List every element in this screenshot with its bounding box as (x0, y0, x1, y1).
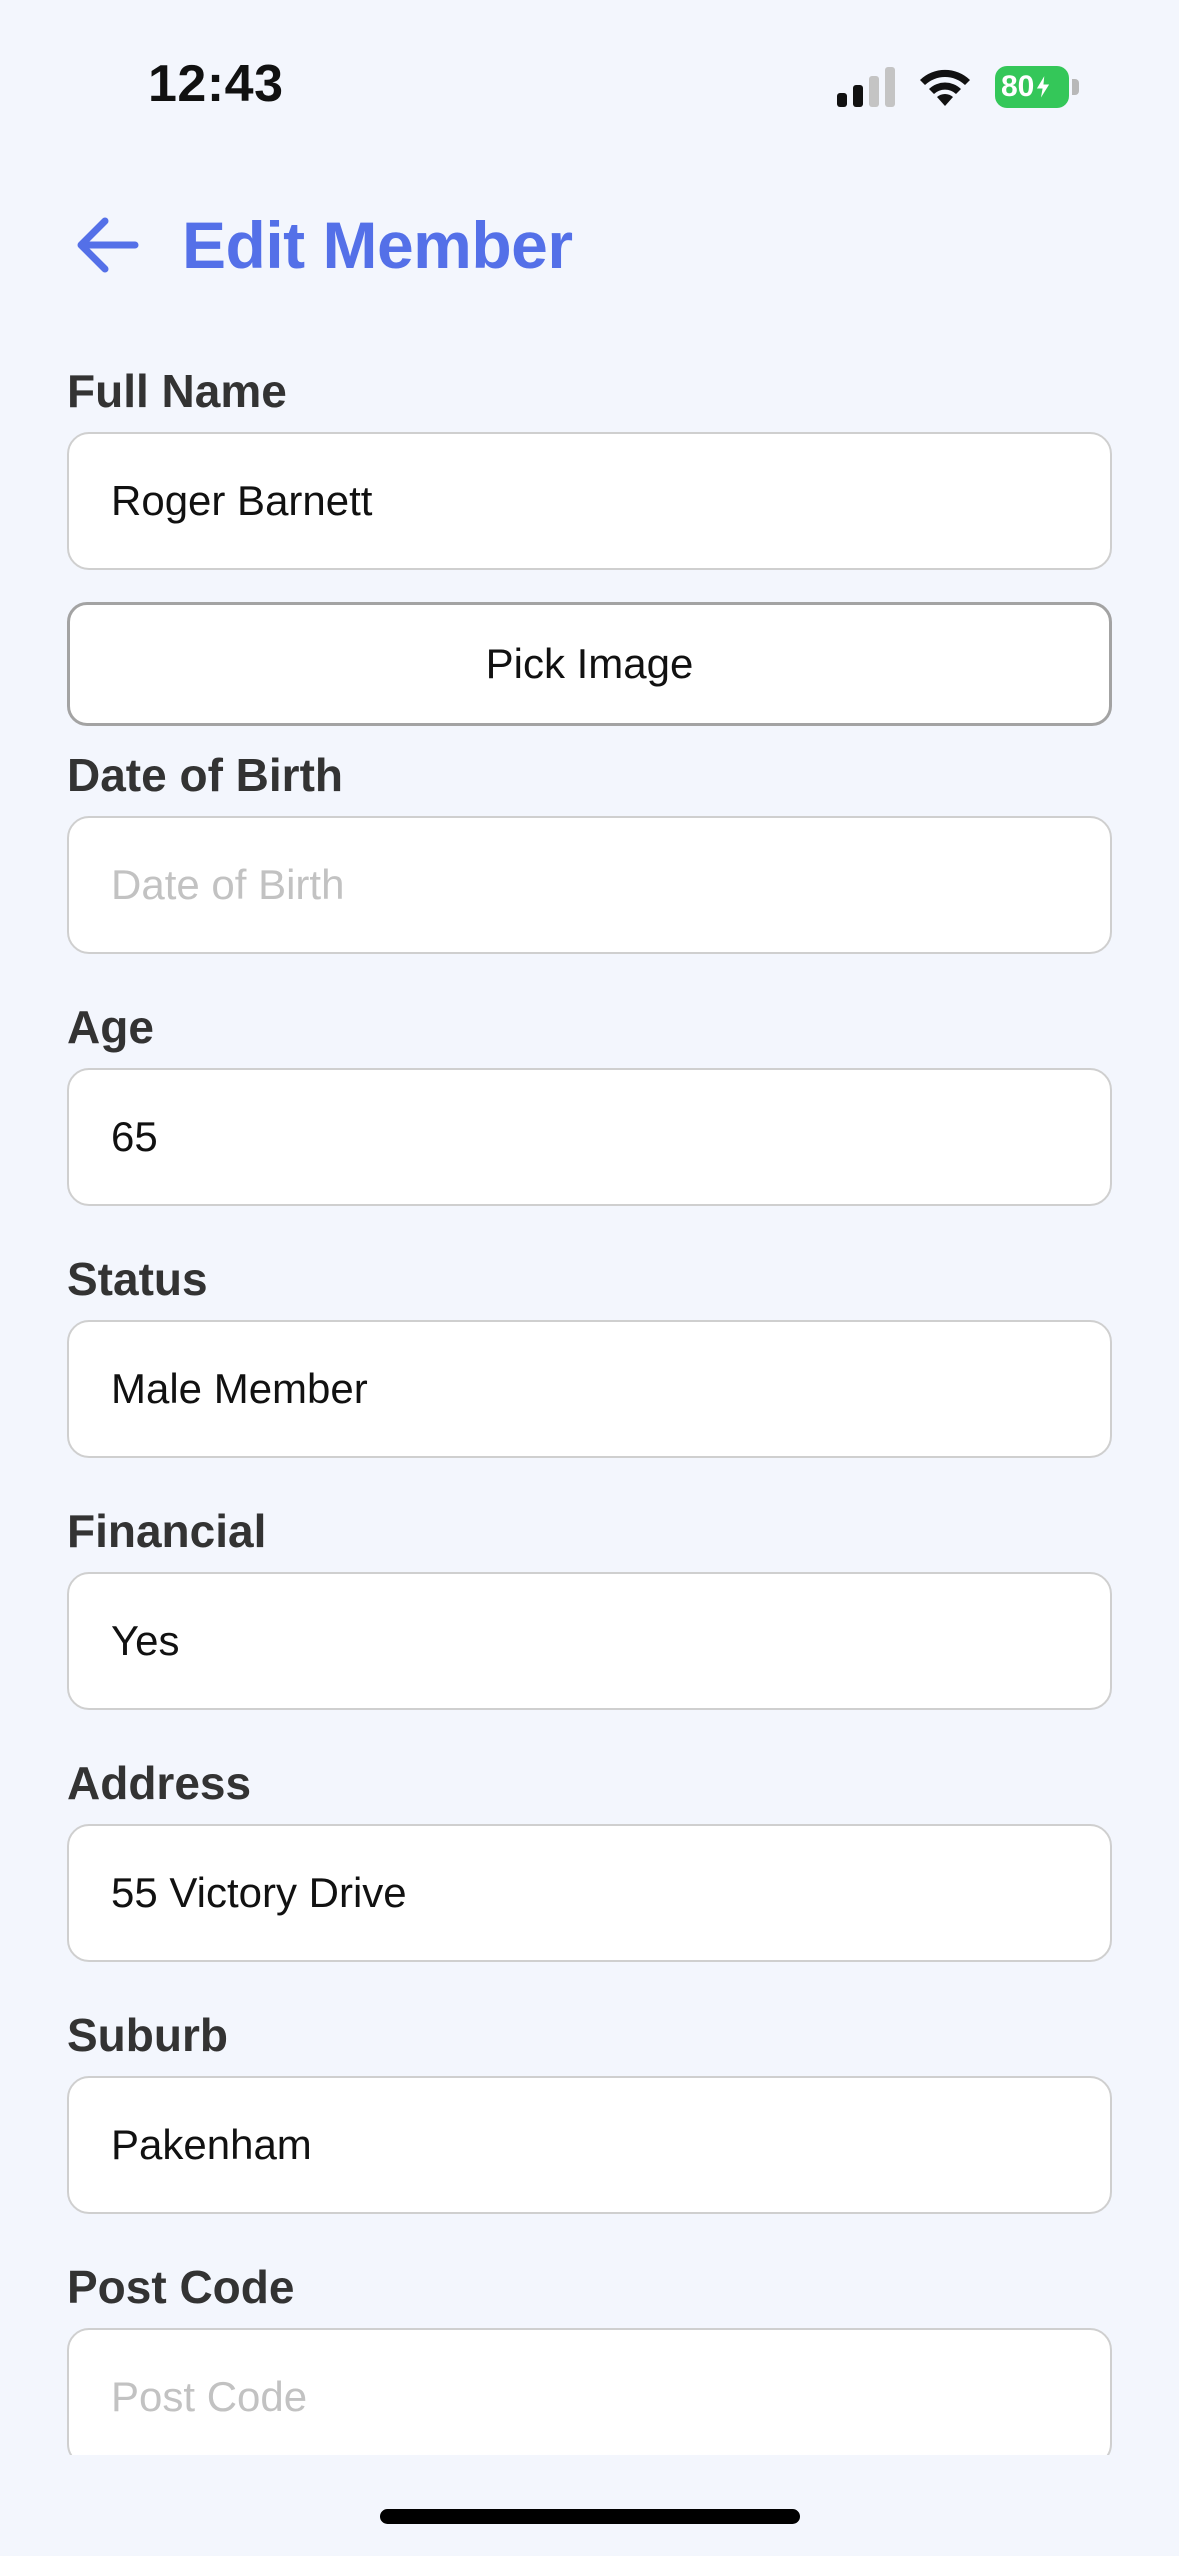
home-indicator[interactable] (380, 2509, 800, 2524)
full-name-input[interactable] (67, 432, 1112, 570)
battery-level: 80 (1001, 70, 1035, 103)
financial-label: Financial (67, 1505, 267, 1557)
status-bar: 12:43 80 (0, 0, 1179, 150)
status-time: 12:43 (148, 55, 284, 113)
suburb-label: Suburb (67, 2009, 228, 2061)
status-input[interactable] (67, 1320, 1112, 1458)
address-input[interactable] (67, 1824, 1112, 1962)
age-label: Age (67, 1001, 154, 1053)
full-name-label: Full Name (67, 365, 287, 417)
header: Edit Member (68, 195, 573, 295)
financial-input[interactable] (67, 1572, 1112, 1710)
suburb-input[interactable] (67, 2076, 1112, 2214)
date-of-birth-input[interactable] (67, 816, 1112, 954)
wifi-icon (920, 69, 970, 106)
address-label: Address (67, 1757, 252, 1809)
post-code-label: Post Code (67, 2261, 295, 2313)
edit-member-form: Full Name Pick Image Date of Birth Age S… (67, 350, 1112, 2455)
post-code-input[interactable] (67, 2328, 1112, 2455)
status-icons: 80 (837, 64, 1079, 110)
pick-image-button[interactable]: Pick Image (67, 602, 1112, 726)
status-label: Status (67, 1253, 208, 1305)
date-of-birth-label: Date of Birth (67, 749, 343, 801)
arrow-left-icon (77, 217, 139, 273)
battery-icon: 80 (995, 66, 1079, 108)
age-input[interactable] (67, 1068, 1112, 1206)
back-button[interactable] (68, 205, 148, 285)
signal-icon (837, 67, 895, 107)
page-title: Edit Member (182, 208, 573, 282)
